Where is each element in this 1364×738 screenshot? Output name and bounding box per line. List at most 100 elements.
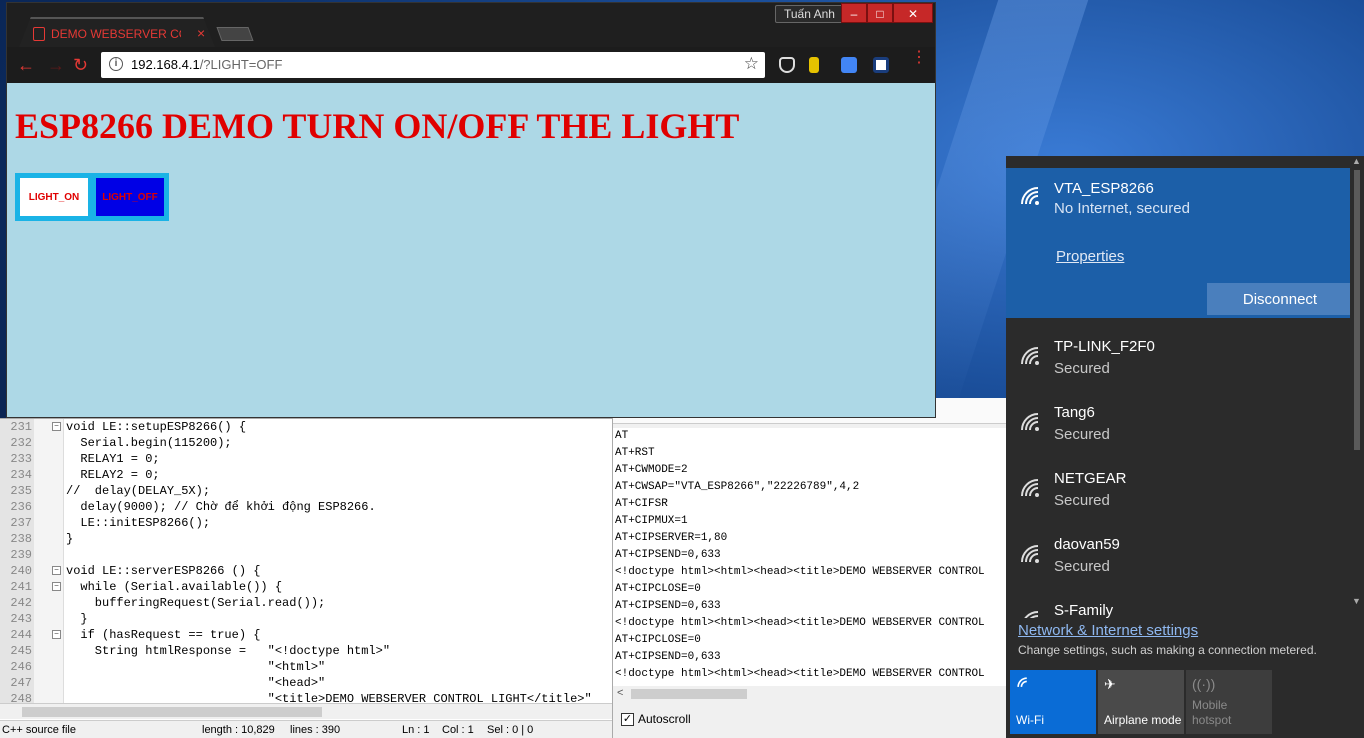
light-off-button[interactable]: LIGHT_OFF: [94, 176, 166, 218]
wifi-signal-icon: [1021, 187, 1039, 205]
browser-titlebar[interactable]: DEMO WEBSERVER CON × Tuấn Anh – □ ✕: [7, 3, 935, 47]
code-line[interactable]: 233 RELAY1 = 0;: [0, 451, 612, 467]
code-text: while (Serial.available()) {: [66, 580, 283, 594]
properties-link[interactable]: Properties: [1056, 248, 1124, 265]
wifi-network-item[interactable]: Tang6 Secured: [1006, 396, 1356, 462]
browser-tab[interactable]: DEMO WEBSERVER CON ×: [19, 17, 215, 47]
code-text: "<html>": [66, 660, 326, 674]
connected-network[interactable]: VTA_ESP8266 No Internet, secured Propert…: [1006, 168, 1364, 318]
fold-gutter: [34, 467, 64, 483]
wifi-network-item[interactable]: TP-LINK_F2F0 Secured: [1006, 330, 1356, 396]
code-text: LE::initESP8266();: [66, 516, 211, 530]
network-status: Secured: [1054, 426, 1110, 443]
bookmark-star-icon[interactable]: ☆: [744, 54, 759, 74]
wifi-network-item[interactable]: daovan59 Secured: [1006, 528, 1356, 594]
serial-line: AT+CIPMUX=1: [615, 515, 688, 527]
code-line[interactable]: 247 "<head>": [0, 675, 612, 691]
code-text: "<head>": [66, 676, 326, 690]
code-line[interactable]: 235 // delay(DELAY_5X);: [0, 483, 612, 499]
editor-horizontal-scrollbar[interactable]: [0, 703, 612, 719]
fold-toggle-icon[interactable]: −: [52, 566, 61, 575]
scroll-up-arrow-icon[interactable]: ▲: [1352, 156, 1361, 166]
scroll-down-arrow-icon[interactable]: ▼: [1352, 596, 1361, 606]
line-number: 232: [0, 435, 34, 451]
code-line[interactable]: 237 LE::initESP8266();: [0, 515, 612, 531]
code-line[interactable]: 238}: [0, 531, 612, 547]
serial-scroll-thumb[interactable]: [631, 689, 747, 699]
network-status: Secured: [1054, 492, 1110, 509]
url-text[interactable]: 192.168.4.1/?LIGHT=OFF: [131, 57, 282, 72]
light-on-button[interactable]: LIGHT_ON: [18, 176, 90, 218]
serial-horizontal-scrollbar[interactable]: <: [613, 686, 1009, 702]
profile-button[interactable]: Tuấn Anh: [775, 5, 844, 23]
network-status: Secured: [1054, 360, 1110, 377]
fold-toggle-icon[interactable]: −: [52, 422, 61, 431]
fold-toggle-icon[interactable]: −: [52, 582, 61, 591]
code-line[interactable]: 245 String htmlResponse = "<!doctype htm…: [0, 643, 612, 659]
line-number: 243: [0, 611, 34, 627]
chrome-menu-icon[interactable]: ⋮: [911, 50, 927, 66]
bookmark-extension-icon[interactable]: [809, 57, 819, 73]
code-line[interactable]: 231 − void LE::setupESP8266() {: [0, 419, 612, 435]
editor-scroll-thumb[interactable]: [22, 707, 322, 717]
wifi-quick-action[interactable]: Wi-Fi: [1010, 670, 1096, 734]
translate-extension-icon[interactable]: [841, 57, 857, 73]
network-name: daovan59: [1054, 536, 1120, 553]
code-line[interactable]: 244 − if (hasRequest == true) {: [0, 627, 612, 643]
code-line[interactable]: 234 RELAY2 = 0;: [0, 467, 612, 483]
close-button[interactable]: ✕: [893, 3, 933, 23]
info-icon[interactable]: i: [109, 57, 123, 71]
serial-line: AT+CIPSEND=0,633: [615, 651, 721, 663]
code-line[interactable]: 242 bufferingRequest(Serial.read());: [0, 595, 612, 611]
code-line[interactable]: 243 }: [0, 611, 612, 627]
line-number: 247: [0, 675, 34, 691]
autoscroll-checkbox[interactable]: ✓: [621, 712, 634, 726]
network-settings-description: Change settings, such as making a connec…: [1018, 643, 1317, 657]
fold-gutter: [34, 531, 64, 547]
address-bar[interactable]: i 192.168.4.1/?LIGHT=OFF ☆: [101, 52, 765, 78]
shield-extension-icon[interactable]: [779, 57, 795, 73]
code-line[interactable]: 239: [0, 547, 612, 563]
serial-line: AT+CWMODE=2: [615, 464, 688, 476]
minimize-button[interactable]: –: [841, 3, 867, 23]
new-tab-button[interactable]: [216, 27, 254, 41]
wifi-signal-icon: [1021, 479, 1039, 497]
code-text: String htmlResponse = "<!doctype html>": [66, 644, 391, 658]
code-line[interactable]: 232 Serial.begin(115200);: [0, 435, 612, 451]
scroll-left-arrow-icon[interactable]: <: [617, 687, 623, 699]
code-line[interactable]: 241 − while (Serial.available()) {: [0, 579, 612, 595]
code-line[interactable]: 248 "<title>DEMO WEBSERVER CONTROL LIGHT…: [0, 691, 612, 703]
flyout-scroll-thumb[interactable]: [1354, 170, 1360, 450]
line-number: 242: [0, 595, 34, 611]
line-number: 239: [0, 547, 34, 563]
disconnect-button[interactable]: Disconnect: [1207, 283, 1353, 315]
connected-network-status: No Internet, secured: [1054, 200, 1190, 217]
mobile-hotspot-quick-action[interactable]: ((·)) Mobile hotspot: [1186, 670, 1272, 734]
wifi-network-item[interactable]: S-Family: [1006, 594, 1356, 618]
serial-line: AT+CWSAP="VTA_ESP8266","22226789",4,2: [615, 481, 860, 493]
connected-network-name: VTA_ESP8266: [1054, 180, 1154, 197]
forward-arrow-icon[interactable]: →: [47, 55, 65, 76]
j-extension-icon[interactable]: [873, 57, 889, 73]
status-length: length : 10,829: [202, 724, 275, 736]
reload-icon[interactable]: ↻: [73, 55, 88, 76]
maximize-button[interactable]: □: [867, 3, 893, 23]
wifi-signal-icon: [1021, 413, 1039, 431]
code-line[interactable]: 236 delay(9000); // Chờ để khởi động ESP…: [0, 499, 612, 515]
fold-toggle-icon[interactable]: −: [52, 630, 61, 639]
web-page: ESP8266 DEMO TURN ON/OFF THE LIGHT LIGHT…: [7, 83, 935, 417]
wifi-network-item[interactable]: NETGEAR Secured: [1006, 462, 1356, 528]
network-settings-link[interactable]: Network & Internet settings: [1018, 622, 1198, 639]
code-line[interactable]: 246 "<html>": [0, 659, 612, 675]
code-editor[interactable]: 231− void LE::setupESP8266() {232 Serial.…: [0, 418, 612, 720]
code-area[interactable]: 231− void LE::setupESP8266() {232 Serial.…: [0, 419, 612, 703]
status-lines: lines : 390: [290, 724, 341, 736]
tab-close-icon[interactable]: ×: [197, 25, 205, 41]
back-arrow-icon[interactable]: ←: [17, 55, 35, 76]
code-line[interactable]: 240 − void LE::serverESP8266 () {: [0, 563, 612, 579]
flyout-scrollbar[interactable]: ▲ ▼: [1350, 156, 1364, 608]
network-name: TP-LINK_F2F0: [1054, 338, 1155, 355]
autoscroll-label: Autoscroll: [638, 712, 691, 726]
airplane-mode-quick-action[interactable]: ✈ Airplane mode: [1098, 670, 1184, 734]
autoscroll-option[interactable]: ✓ Autoscroll: [621, 712, 691, 726]
